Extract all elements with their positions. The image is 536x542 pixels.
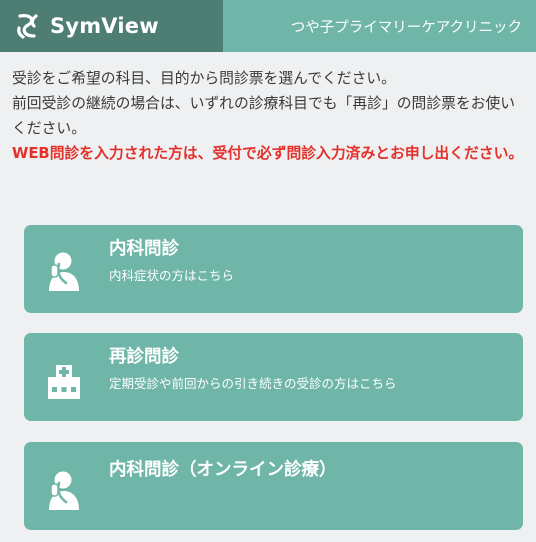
option-subtitle: 内科症状の方はこちら	[109, 268, 235, 283]
option-title: 内科問診（オンライン診療）	[109, 460, 337, 480]
questionnaire-internal-medicine-button[interactable]: 内科問診 内科症状の方はこちら	[24, 225, 523, 313]
web-notice: WEB問診を入力された方は、受付で必ず問診入力済みとお申し出ください。	[12, 145, 524, 162]
clinic-name-bar: つや子プライマリーケアクリニック	[223, 0, 536, 52]
intro-line-1: 受診をご希望の科目、目的から問診票を選んでください。	[12, 70, 396, 87]
symview-logo-icon	[17, 14, 38, 39]
sick-person-icon	[49, 252, 79, 291]
questionnaire-revisit-button[interactable]: 再診問診 定期受診や前回からの引き続きの受診の方はこちら	[24, 333, 523, 421]
sick-person-icon	[49, 471, 79, 510]
intro-line-2: 前回受診の継続の場合は、いずれの診療科目でも「再診」の問診票をお使いください。	[12, 95, 516, 137]
brand-bar[interactable]: SymView	[0, 0, 223, 52]
option-title: 再診問診	[109, 347, 179, 367]
clinic-name: つや子プライマリーケアクリニック	[290, 19, 522, 36]
brand-name: SymView	[50, 14, 159, 38]
app-header: SymView つや子プライマリーケアクリニック	[0, 0, 536, 52]
option-subtitle: 定期受診や前回からの引き続きの受診の方はこちら	[109, 376, 397, 391]
option-title: 内科問診	[109, 239, 179, 259]
hospital-icon	[48, 365, 80, 399]
intro-text: 受診をご希望の科目、目的から問診票を選んでください。 前回受診の継続の場合は、い…	[12, 66, 528, 166]
questionnaire-online-consultation-button[interactable]: 内科問診（オンライン診療）	[24, 442, 523, 530]
